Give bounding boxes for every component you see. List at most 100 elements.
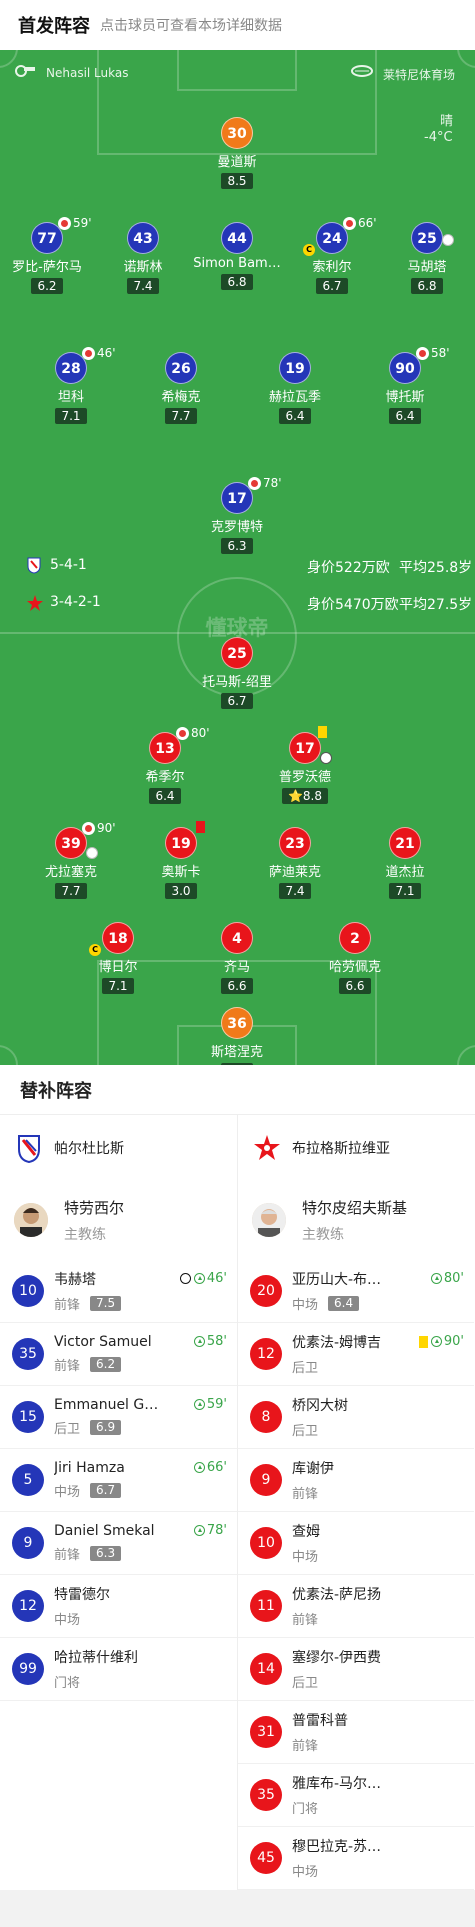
sub-rating: 6.2 xyxy=(90,1357,122,1372)
sub-name: 优素法-姆博吉 xyxy=(292,1335,382,1351)
player-name: 坦科 xyxy=(57,390,84,405)
player-away-25[interactable]: 25 托马斯-绍里 6.7 xyxy=(182,637,292,709)
sub-row[interactable]: 9 库谢伊 前锋 xyxy=(238,1449,474,1512)
player-home-30[interactable]: 30 曼道斯 8.5 xyxy=(182,117,292,189)
player-rating: 6.8 xyxy=(221,274,253,290)
player-home-17[interactable]: 17 78' 克罗博特 6.3 xyxy=(182,476,292,554)
sub-name: Emmanuel G… xyxy=(54,1397,159,1413)
player-home-25[interactable]: 25 马胡塔 6.8 xyxy=(372,222,475,294)
player-name: 索利尔 xyxy=(312,260,352,275)
sub-position: 后卫 xyxy=(292,1424,319,1439)
away-coach-name: 特尔皮绍夫斯基 xyxy=(302,1198,408,1217)
sub-row[interactable]: 45 穆巴拉克-苏… 中场 xyxy=(238,1827,474,1890)
sub-on-icon xyxy=(193,1462,205,1473)
sub-name: 穆巴拉克-苏… xyxy=(292,1839,382,1855)
player-home-77[interactable]: 77 59' 罗比-萨尔马 6.2 xyxy=(0,216,102,294)
home-coach-name: 特劳西尔 xyxy=(64,1198,125,1217)
sub-position: 前锋 xyxy=(292,1487,319,1502)
player-number-badge: 25 xyxy=(411,222,443,254)
player-number-badge: 4 xyxy=(221,922,253,954)
sub-number-badge: 35 xyxy=(12,1338,44,1370)
sub-row[interactable]: 35 雅库布-马尔… 门将 xyxy=(238,1764,474,1827)
sub-row[interactable]: 11 优素法-萨尼扬 前锋 xyxy=(238,1575,474,1638)
sub-number-badge: 5 xyxy=(12,1464,44,1496)
player-away-2[interactable]: 2 哈劳佩克 6.6 xyxy=(300,922,410,994)
player-number-badge: 19 xyxy=(279,352,311,384)
player-away-36[interactable]: 36 斯塔涅克 8.3 xyxy=(182,1007,292,1065)
sub-row[interactable]: 12 特雷德尔 中场 xyxy=(0,1575,237,1638)
player-home-26[interactable]: 26 希梅克 7.7 xyxy=(126,352,236,424)
player-number-badge: 21 xyxy=(389,827,421,859)
sub-position: 中场 xyxy=(292,1298,319,1313)
home-subs-column: 帕尔杜比斯 特劳西尔 主教练 10 韦赫塔 前锋 7.5 46' 35 Victor Samu… xyxy=(0,1115,237,1890)
sub-on-icon xyxy=(193,1273,205,1284)
sub-row[interactable]: 10 查姆 中场 xyxy=(238,1512,474,1575)
sub-position: 中场 xyxy=(54,1613,81,1628)
sub-rating: 6.3 xyxy=(90,1546,122,1561)
player-away-23[interactable]: 23 萨迪莱克 7.4 xyxy=(240,827,350,899)
sub-row[interactable]: 9 Daniel Smekal 前锋 6.3 78' xyxy=(0,1512,237,1575)
home-coach-row[interactable]: 特劳西尔 主教练 xyxy=(0,1180,237,1260)
sub-row[interactable]: 99 哈拉蒂什维利 门将 xyxy=(0,1638,237,1701)
sub-name: 韦赫塔 xyxy=(54,1272,96,1288)
player-rating: 3.0 xyxy=(165,883,197,899)
sub-name: Jiri Hamza xyxy=(54,1460,125,1476)
sub-row[interactable]: 31 普雷科普 前锋 xyxy=(238,1701,474,1764)
home-team-row[interactable]: 帕尔杜比斯 xyxy=(0,1115,237,1180)
sub-number-badge: 9 xyxy=(12,1527,44,1559)
pitch: Nehasil Lukas 莱特尼体育场 晴 -4°C 懂球帝 5-4-1 3-… xyxy=(0,50,475,1065)
player-away-21[interactable]: 21 道杰拉 7.1 xyxy=(350,827,460,899)
home-team-logo-icon xyxy=(14,1133,44,1163)
player-away-39[interactable]: 39 90' 尤拉塞克 7.7 xyxy=(16,821,126,899)
sub-rating: 6.4 xyxy=(328,1296,360,1311)
player-away-18[interactable]: 18 C 博日尔 7.1 xyxy=(63,922,173,994)
sub-row[interactable]: 15 Emmanuel G… 后卫 6.9 59' xyxy=(0,1386,237,1449)
player-home-44[interactable]: 44 Simon Bam… 6.8 xyxy=(182,222,292,290)
sub-row[interactable]: 8 桥冈大树 后卫 xyxy=(238,1386,474,1449)
sub-row[interactable]: 20 亚历山大-布… 中场 6.4 80' xyxy=(238,1260,474,1323)
player-away-4[interactable]: 4 齐马 6.6 xyxy=(182,922,292,994)
player-rating: 8.3 xyxy=(221,1063,253,1065)
sub-on-indicator: 90' xyxy=(418,1334,464,1349)
sub-row[interactable]: 10 韦赫塔 前锋 7.5 46' xyxy=(0,1260,237,1323)
player-name: 萨迪莱克 xyxy=(268,865,321,880)
sub-off-icon: 59' xyxy=(58,216,92,230)
sub-name: 普雷科普 xyxy=(292,1713,348,1729)
stadium-name: 莱特尼体育场 xyxy=(383,68,456,82)
player-number-badge: 18 xyxy=(102,922,134,954)
sub-name: Victor Samuel xyxy=(54,1334,152,1350)
sub-row[interactable]: 12 优素法-姆博吉 后卫 90' xyxy=(238,1323,474,1386)
away-coach-row[interactable]: 特尔皮绍夫斯基 主教练 xyxy=(238,1180,474,1260)
sub-name: Daniel Smekal xyxy=(54,1523,155,1539)
player-name: 克罗博特 xyxy=(210,520,263,535)
player-home-90[interactable]: 90 58' 博托斯 6.4 xyxy=(350,346,460,424)
away-team-name: 布拉格斯拉维亚 xyxy=(292,1140,390,1157)
sub-position: 前锋 xyxy=(292,1613,319,1628)
sub-position: 门将 xyxy=(54,1676,81,1691)
player-away-13[interactable]: 13 80' 希季尔 6.4 xyxy=(110,726,220,804)
player-away-19[interactable]: 19 奥斯卡 3.0 xyxy=(126,821,236,899)
player-rating: 6.4 xyxy=(149,788,181,804)
yellow-card-icon xyxy=(418,1335,428,1348)
player-number-badge: 30 xyxy=(221,117,253,149)
away-logo-icon xyxy=(26,594,44,615)
player-rating: 6.3 xyxy=(221,538,253,554)
sub-row[interactable]: 5 Jiri Hamza 中场 6.7 66' xyxy=(0,1449,237,1512)
sub-row[interactable]: 35 Victor Samuel 前锋 6.2 58' xyxy=(0,1323,237,1386)
player-home-28[interactable]: 28 46' 坦科 7.1 xyxy=(16,346,126,424)
sub-row[interactable]: 14 塞缪尔-伊西费 后卫 xyxy=(238,1638,474,1701)
player-home-24[interactable]: 24 66' C 索利尔 6.7 xyxy=(277,216,387,294)
sub-number-badge: 10 xyxy=(250,1527,282,1559)
whistle-icon xyxy=(14,64,36,81)
player-home-19[interactable]: 19 赫拉瓦季 6.4 xyxy=(240,352,350,424)
player-rating: 6.4 xyxy=(389,408,421,424)
player-name: 希梅克 xyxy=(161,390,201,405)
player-name: 普罗沃德 xyxy=(278,770,331,785)
weather: 晴 xyxy=(440,114,454,129)
player-rating: 6.6 xyxy=(339,978,371,994)
player-number-badge: 26 xyxy=(165,352,197,384)
away-team-row[interactable]: 布拉格斯拉维亚 xyxy=(238,1115,474,1180)
player-away-17[interactable]: 17 普罗沃德 ⭐8.8 xyxy=(250,726,360,804)
player-rating: 7.4 xyxy=(127,278,159,294)
player-rating: ⭐8.8 xyxy=(281,788,329,804)
